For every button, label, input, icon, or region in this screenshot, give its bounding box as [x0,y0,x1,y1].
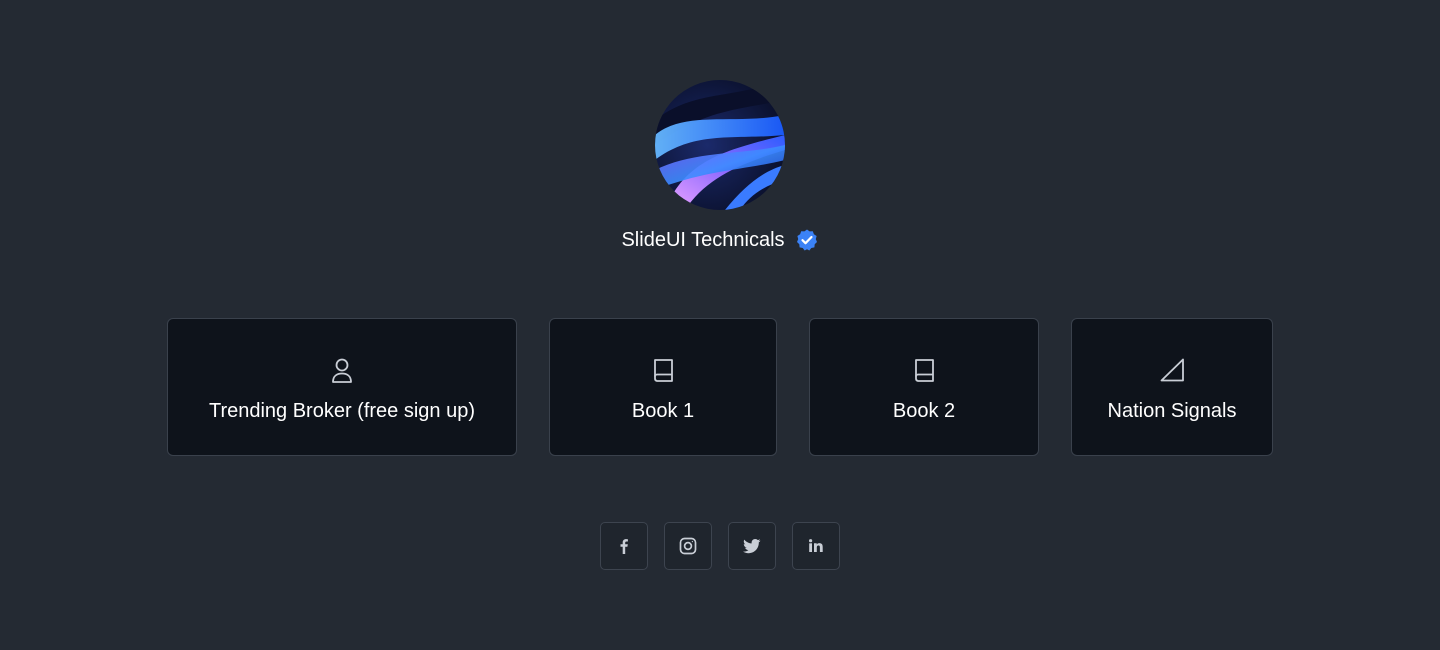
avatar [655,80,785,210]
instagram-icon [678,536,698,556]
link-card-book-1[interactable]: Book 1 [549,318,777,456]
link-card-label: Book 1 [631,400,695,422]
instagram-button[interactable] [664,522,712,570]
link-card-label: Book 2 [892,400,956,422]
link-card-book-2[interactable]: Book 2 [809,318,1039,456]
verified-check-icon [795,228,819,252]
avatar-image [655,80,785,210]
linkedin-icon [807,537,825,555]
link-card-label: Trending Broker (free sign up) [208,400,476,422]
profile-name: SlideUI Technicals [621,228,785,251]
profile-header: SlideUI Technicals [0,226,1440,254]
linkedin-button[interactable] [792,522,840,570]
link-card-nation-signals[interactable]: Nation Signals [1071,318,1273,456]
twitter-icon [742,536,762,556]
facebook-button[interactable] [600,522,648,570]
link-card-label: Nation Signals [1107,400,1237,422]
link-page: SlideUI Technicals Trending Broker (free… [0,0,1440,650]
facebook-icon [615,537,633,555]
book-icon [909,355,939,385]
user-icon [327,355,357,385]
book-icon [648,355,678,385]
twitter-button[interactable] [728,522,776,570]
triangle-icon [1157,355,1187,385]
link-card-trending-broker[interactable]: Trending Broker (free sign up) [167,318,517,456]
